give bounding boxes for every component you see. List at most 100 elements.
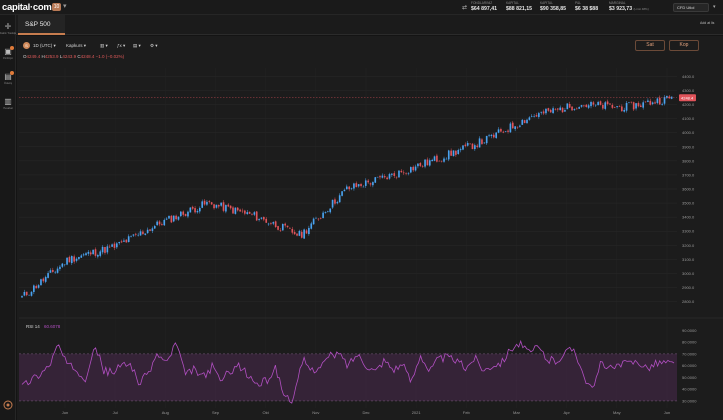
candle-body bbox=[42, 278, 45, 282]
price-tick-label: 3200.0 bbox=[682, 243, 695, 248]
candle-body bbox=[414, 166, 417, 171]
candle-body bbox=[97, 255, 99, 257]
candle-body bbox=[509, 123, 512, 133]
rsi-tick-label: 90.0000 bbox=[682, 328, 697, 333]
candle-body bbox=[495, 132, 498, 138]
candle-body bbox=[654, 102, 656, 104]
price-tick-label: 3100.0 bbox=[682, 257, 695, 262]
instrument-tabs: S&P 500 Add at lis bbox=[16, 15, 723, 35]
candle-body bbox=[246, 212, 249, 215]
price-tick-label: 2900.0 bbox=[682, 285, 695, 290]
candle-body bbox=[464, 144, 467, 147]
candle-body bbox=[552, 108, 554, 113]
candle-body bbox=[28, 294, 30, 296]
candle-body bbox=[106, 246, 109, 253]
rsi-line bbox=[21, 339, 675, 404]
price-axis: 4400.0 4300.0 4200.0 4100.0 4000.0 3900.0 3800… bbox=[682, 74, 695, 304]
drawing-tools-button[interactable]: ▤ ▾ bbox=[133, 41, 141, 50]
candle-body bbox=[25, 291, 28, 296]
candle-body bbox=[215, 204, 218, 208]
chart-area[interactable]: S 1D (UTC) ▾ Kapkurs ▾ ▥ ▾ ƒx ▾ ▤ ▾ ⚙ ▾ … bbox=[17, 36, 723, 420]
candle-body bbox=[312, 218, 315, 225]
candle-body bbox=[203, 200, 206, 205]
candle-body bbox=[471, 143, 474, 150]
price-type-selector[interactable]: Kapkurs ▾ bbox=[66, 41, 86, 50]
account-selector[interactable]: CFD Utlol bbox=[673, 3, 709, 12]
candle-body bbox=[637, 102, 640, 107]
time-tick-label: Jun bbox=[62, 410, 68, 415]
candle-body bbox=[225, 205, 227, 212]
rsi-value: 60.6078 bbox=[44, 324, 61, 329]
candle-body bbox=[144, 233, 147, 235]
chart-settings-button[interactable]: ⚙ ▾ bbox=[150, 41, 158, 50]
candle-body bbox=[300, 231, 303, 238]
candle-body bbox=[381, 175, 384, 178]
candle-body bbox=[497, 129, 500, 133]
sell-button[interactable]: Sat bbox=[635, 40, 665, 51]
ohlc-readout: O4249.4 H4253.9 L4243.9 C4248.4 −1.0 (−0… bbox=[23, 54, 125, 59]
candle-body bbox=[49, 270, 52, 273]
candle-body bbox=[417, 163, 419, 167]
interval-selector[interactable]: 1D (UTC) ▾ bbox=[33, 41, 56, 50]
sidebar-item-reports[interactable]: ▥ Hesabat bbox=[0, 95, 16, 117]
stat-pnl: P&L $6 38 $88 bbox=[575, 1, 599, 12]
candle-body bbox=[59, 266, 61, 270]
margin-limit: (Limit 48%) bbox=[633, 7, 649, 11]
price-tick-label: 3600.0 bbox=[682, 187, 695, 192]
rsi-tick-label: 80.0000 bbox=[682, 340, 697, 345]
time-tick-label: Feb bbox=[463, 410, 471, 415]
candle-body bbox=[94, 249, 97, 256]
buy-button[interactable]: Kop bbox=[669, 40, 699, 51]
candle-body bbox=[355, 183, 358, 188]
candle-body bbox=[232, 207, 234, 214]
candle-body bbox=[528, 117, 531, 120]
candle-body bbox=[341, 191, 343, 196]
chart-type-button[interactable]: ▥ ▾ bbox=[100, 41, 108, 50]
sidebar-item-portfolio[interactable]: ▣ Portfolyo bbox=[0, 45, 16, 67]
candle-body bbox=[317, 218, 320, 220]
help-icon[interactable] bbox=[3, 400, 13, 410]
indicators-button[interactable]: ƒx ▾ bbox=[117, 41, 125, 50]
candle-body bbox=[353, 183, 355, 189]
chevron-down-icon[interactable]: ▾ bbox=[713, 4, 716, 10]
time-tick-label: Apr bbox=[564, 410, 571, 415]
sidebar-item-active-trades[interactable]: ✛ Faktiv Tradıqlar bbox=[0, 20, 17, 42]
candle-body bbox=[51, 269, 54, 272]
notification-badge[interactable]: 10 bbox=[52, 3, 61, 11]
candle-body bbox=[547, 108, 550, 111]
rsi-panel: 90.0000 80.0000 70.0000 60.0000 50.0000 40.00… bbox=[19, 317, 723, 404]
candle-body bbox=[120, 241, 123, 243]
candle-body bbox=[628, 102, 630, 104]
candle-body bbox=[21, 296, 23, 298]
candle-body bbox=[132, 234, 135, 236]
candle-body bbox=[566, 103, 569, 110]
price-tick-label: 4400.0 bbox=[682, 74, 695, 79]
notification-dot bbox=[10, 46, 14, 50]
brand-logo[interactable]: capital·com bbox=[2, 2, 52, 13]
tab-sp500[interactable]: S&P 500 bbox=[18, 15, 65, 35]
candle-body bbox=[89, 252, 92, 255]
chevron-down-icon[interactable]: ▾ bbox=[63, 2, 67, 10]
stat-capital-2: Kapital $90 358,85 bbox=[540, 1, 566, 12]
candle-body bbox=[177, 216, 180, 220]
candle-body bbox=[379, 176, 381, 178]
candle-body bbox=[125, 239, 128, 243]
candle-body bbox=[571, 106, 573, 111]
candle-body bbox=[227, 204, 230, 207]
add-to-list-button[interactable]: Add at lis bbox=[700, 21, 714, 25]
candle-body bbox=[298, 230, 301, 236]
candle-body bbox=[229, 205, 232, 209]
candle-body bbox=[424, 159, 426, 167]
candle-body bbox=[210, 202, 213, 205]
candle-body bbox=[343, 189, 346, 192]
candle-body bbox=[431, 159, 433, 162]
candle-body bbox=[149, 229, 151, 231]
candle-body bbox=[158, 221, 161, 225]
eye-icon[interactable]: ⇄ bbox=[462, 4, 467, 11]
candle-body bbox=[322, 212, 324, 219]
sidebar-item-payments[interactable]: ▤ Ödəniş bbox=[0, 70, 16, 92]
candle-body bbox=[616, 106, 618, 108]
candle-body bbox=[206, 201, 208, 205]
candle-body bbox=[146, 229, 149, 234]
crosshair-icon: ✛ bbox=[4, 22, 12, 31]
